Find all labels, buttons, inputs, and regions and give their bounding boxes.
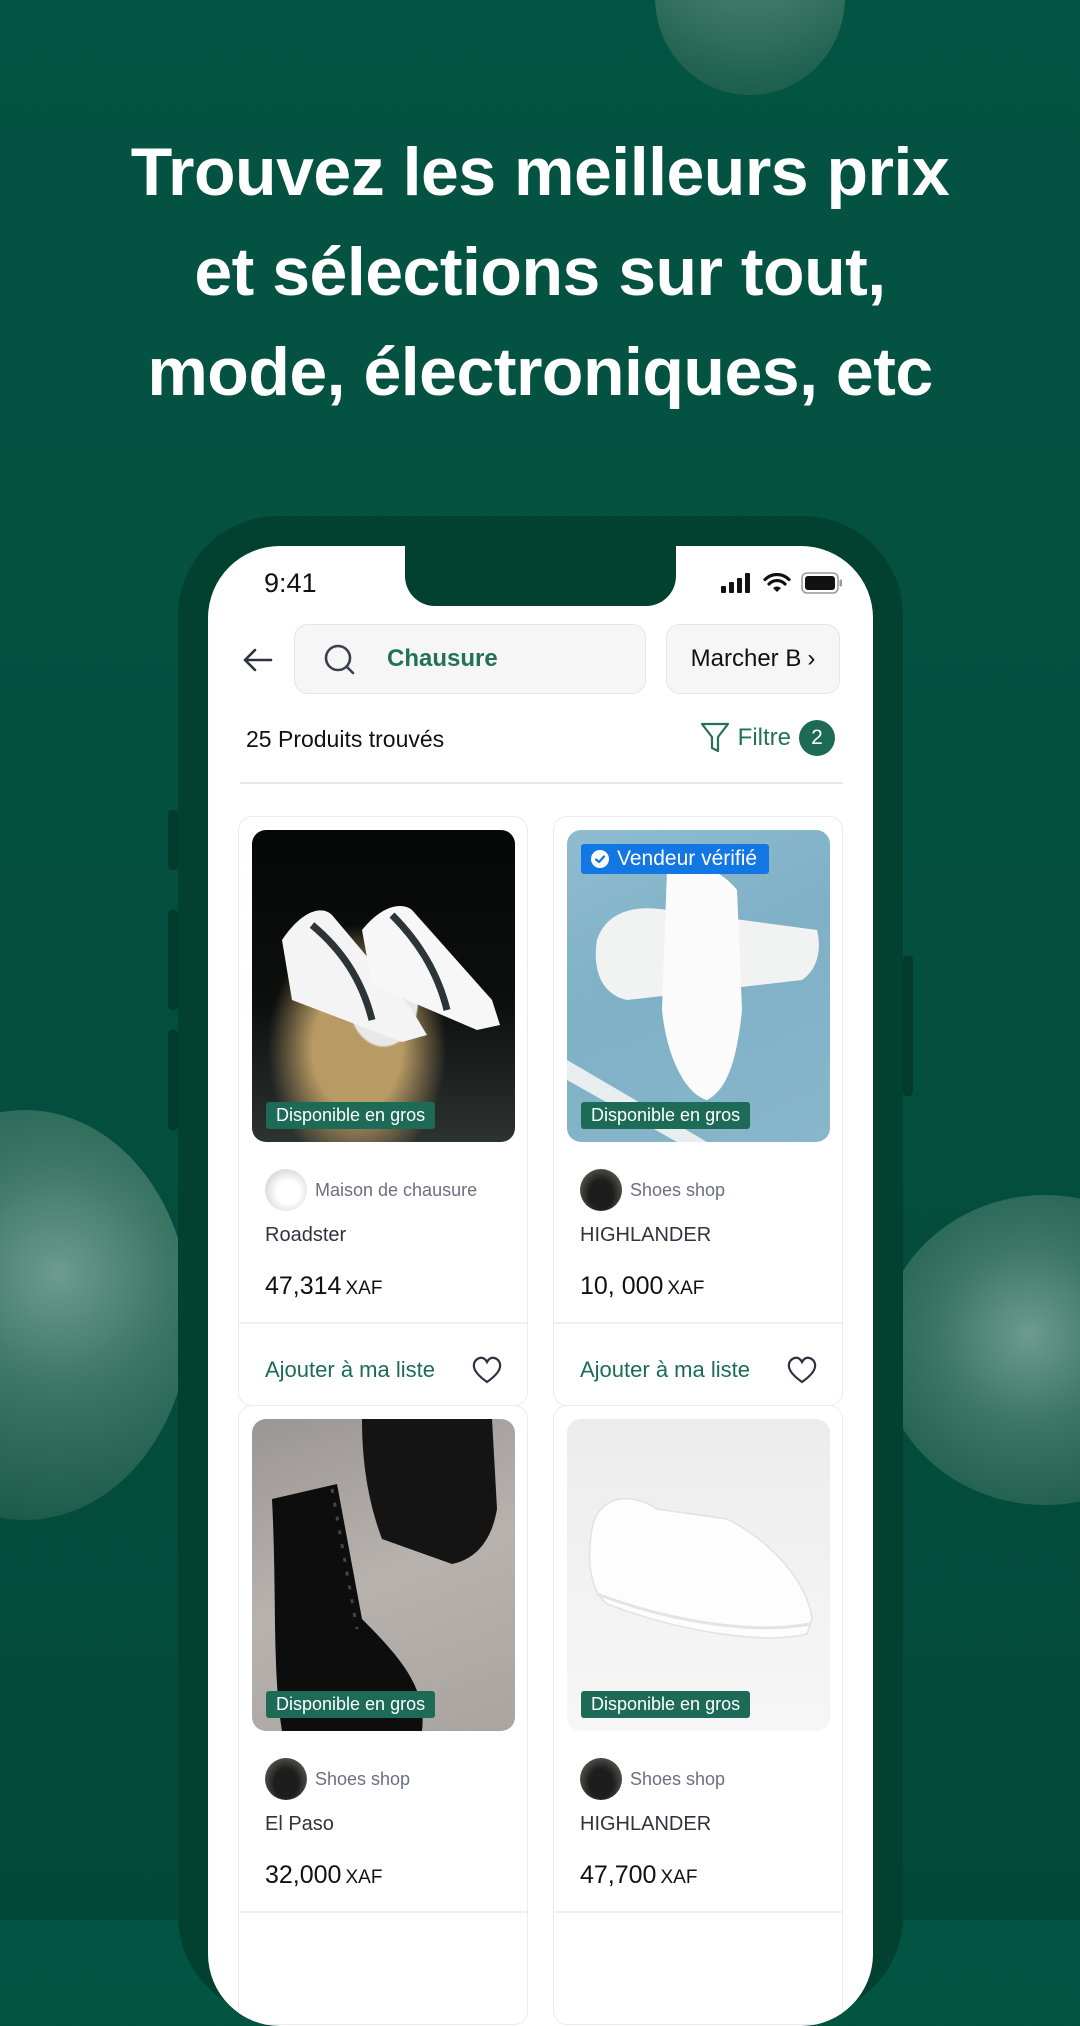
decorative-sphere	[0, 1110, 190, 1520]
phone-side-button	[168, 910, 178, 1010]
add-to-list-button[interactable]: Ajouter à ma liste	[580, 1355, 818, 1385]
phone-side-button	[168, 810, 178, 870]
seller-name: Shoes shop	[630, 1768, 726, 1789]
results-count: 25 Produits trouvés	[246, 726, 445, 752]
seller-info[interactable]: Shoes shop	[580, 1169, 725, 1211]
price-value: 32,000	[265, 1861, 342, 1889]
sneaker-illustration	[588, 1498, 813, 1639]
verified-check-icon	[591, 850, 609, 868]
market-selector-button[interactable]: Marcher B ›	[666, 624, 840, 694]
verified-label: Vendeur vérifié	[617, 847, 758, 870]
headline-line: Trouvez les meilleurs prix	[130, 134, 950, 210]
seller-avatar	[580, 1169, 622, 1211]
filter-funnel-icon	[700, 722, 729, 753]
seller-info[interactable]: Shoes shop	[265, 1758, 410, 1800]
heart-icon[interactable]	[786, 1355, 818, 1385]
search-icon	[324, 644, 355, 675]
phone-screen: 9:41 Chausure Marcher B › 25 Produits tr…	[208, 546, 873, 2026]
filter-label: Filtre	[737, 724, 791, 751]
decorative-sphere	[880, 1195, 1080, 1505]
product-card[interactable]: Disponible en gros Shoes shop El Paso 32…	[238, 1405, 528, 2025]
chevron-right-icon: ›	[807, 645, 816, 672]
seller-name: Shoes shop	[630, 1179, 726, 1200]
search-query: Chausure	[387, 645, 498, 672]
filter-count-badge: 2	[799, 720, 835, 756]
price-currency: XAF	[660, 1867, 698, 1888]
sneaker-illustration	[567, 865, 819, 1142]
sneaker-illustration	[282, 906, 500, 1042]
bulk-available-tag: Disponible en gros	[266, 1691, 436, 1718]
bulk-available-tag: Disponible en gros	[581, 1691, 751, 1718]
product-card[interactable]: Disponible en gros Shoes shop HIGHLANDER…	[553, 1405, 843, 2025]
market-label: Marcher B	[690, 645, 802, 672]
product-image[interactable]: Disponible en gros	[252, 830, 515, 1142]
price-currency: XAF	[345, 1867, 383, 1888]
divider	[239, 1911, 527, 1913]
product-price: 47,314 XAF	[265, 1272, 382, 1301]
product-name: El Paso	[265, 1813, 334, 1835]
headline-line: mode, électroniques, etc	[147, 334, 933, 410]
decorative-sphere	[655, 0, 845, 95]
price-currency: XAF	[345, 1278, 383, 1299]
add-to-list-label: Ajouter à ma liste	[580, 1357, 750, 1382]
status-time: 9:41	[264, 568, 317, 598]
product-card[interactable]: Disponible en gros Maison de chausure Ro…	[238, 816, 528, 1406]
bulk-available-tag: Disponible en gros	[266, 1102, 436, 1129]
price-value: 47,700	[580, 1861, 657, 1889]
phone-side-button	[168, 1030, 178, 1130]
product-name: HIGHLANDER	[580, 1813, 712, 1835]
divider	[554, 1911, 842, 1913]
price-currency: XAF	[667, 1278, 705, 1299]
filter-button[interactable]: Filtre 2	[700, 720, 835, 756]
price-value: 10, 000	[580, 1272, 664, 1300]
add-to-list-label: Ajouter à ma liste	[265, 1357, 435, 1382]
product-image[interactable]: Vendeur vérifié Disponible en gros	[567, 830, 830, 1142]
product-name: HIGHLANDER	[580, 1224, 712, 1246]
seller-info[interactable]: Maison de chausure	[265, 1169, 477, 1211]
phone-mockup: 9:41 Chausure Marcher B › 25 Produits tr…	[168, 516, 913, 2026]
product-price: 10, 000 XAF	[580, 1272, 704, 1301]
seller-name: Shoes shop	[315, 1768, 411, 1789]
add-to-list-button[interactable]: Ajouter à ma liste	[265, 1355, 503, 1385]
product-price: 47,700 XAF	[580, 1861, 697, 1890]
verified-seller-tag: Vendeur vérifié	[581, 844, 770, 874]
boot-illustration	[272, 1419, 497, 1731]
arrow-left-icon	[243, 648, 273, 672]
seller-avatar	[265, 1758, 307, 1800]
battery-icon	[801, 572, 842, 594]
back-button[interactable]	[238, 640, 278, 680]
search-input[interactable]: Chausure	[294, 624, 646, 694]
seller-name: Maison de chausure	[315, 1179, 478, 1200]
divider	[240, 782, 843, 784]
divider	[239, 1322, 527, 1324]
signal-icon	[721, 573, 750, 593]
status-icons	[721, 572, 843, 594]
product-image[interactable]: Disponible en gros	[567, 1419, 830, 1731]
phone-side-button	[903, 956, 913, 1096]
divider	[554, 1322, 842, 1324]
product-price: 32,000 XAF	[265, 1861, 382, 1890]
product-card[interactable]: Vendeur vérifié Disponible en gros Shoes…	[553, 816, 843, 1406]
seller-avatar	[265, 1169, 307, 1211]
price-value: 47,314	[265, 1272, 342, 1300]
seller-avatar	[580, 1758, 622, 1800]
heart-icon[interactable]	[471, 1355, 503, 1385]
headline: Trouvez les meilleurs prix et sélections…	[0, 122, 1080, 422]
product-image[interactable]: Disponible en gros	[252, 1419, 515, 1731]
product-name: Roadster	[265, 1224, 347, 1246]
headline-line: et sélections sur tout,	[194, 234, 886, 310]
bulk-available-tag: Disponible en gros	[581, 1102, 751, 1129]
phone-notch	[405, 546, 676, 606]
seller-info[interactable]: Shoes shop	[580, 1758, 725, 1800]
wifi-icon	[763, 573, 791, 592]
